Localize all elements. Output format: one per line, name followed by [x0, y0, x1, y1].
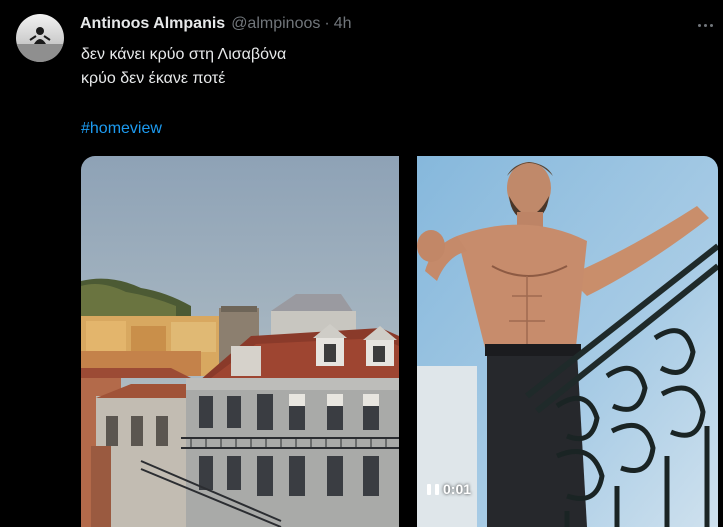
tweet-text-line-2: κρύο δεν έκανε ποτέ	[81, 70, 226, 87]
author-handle[interactable]: @almpinoos	[231, 15, 320, 33]
separator-dot: ·	[324, 15, 330, 32]
video-balcony[interactable]: 0:01	[417, 156, 718, 527]
video-playback-control[interactable]: 0:01	[427, 478, 471, 500]
lisbon-rooftops-image	[81, 156, 399, 527]
avatar[interactable]	[16, 14, 64, 62]
tweet-text-line-1: δεν κάνει κρύο στη Λισαβόνα	[81, 46, 287, 63]
avatar-figure-icon	[16, 27, 64, 62]
pause-icon[interactable]	[427, 483, 439, 495]
video-time: 0:01	[443, 481, 472, 497]
tweet-header: Antinoos Almpanis @almpinoos · 4h	[80, 15, 351, 37]
media-grid: 0:01	[81, 156, 718, 527]
timestamp[interactable]: 4h	[334, 15, 352, 33]
tweet-card[interactable]: Antinoos Almpanis @almpinoos · 4h δεν κά…	[0, 0, 723, 527]
more-dots-icon[interactable]	[694, 14, 716, 36]
author-name[interactable]: Antinoos Almpanis	[80, 15, 225, 33]
photo-lisbon-rooftops[interactable]	[81, 156, 399, 527]
hashtag-link[interactable]: #homeview	[81, 118, 162, 139]
balcony-video-frame	[417, 156, 718, 527]
